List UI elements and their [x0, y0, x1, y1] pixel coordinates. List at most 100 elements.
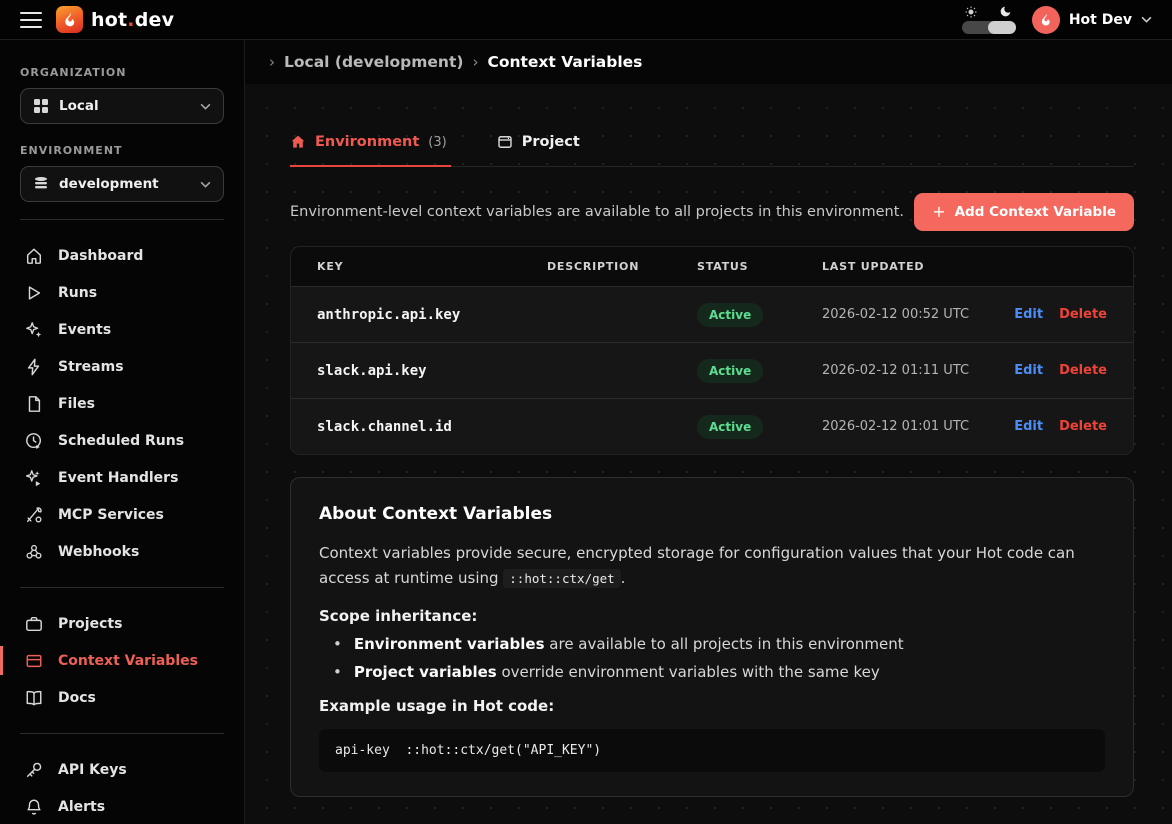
- edit-link[interactable]: Edit: [1014, 307, 1043, 322]
- add-context-variable-button[interactable]: + Add Context Variable: [914, 193, 1134, 231]
- scope-list: •Environment variables are available to …: [333, 635, 1105, 681]
- tools-icon: [25, 506, 43, 524]
- sparkles-play-icon: [25, 469, 43, 487]
- sidebar-item-alerts[interactable]: Alerts: [0, 788, 244, 824]
- table-header-row: KEY DESCRIPTION STATUS LAST UPDATED: [291, 247, 1133, 286]
- organization-select[interactable]: Local: [20, 88, 224, 124]
- context-variables-table: KEY DESCRIPTION STATUS LAST UPDATED anth…: [290, 246, 1134, 455]
- table-row: slack.api.key Active 2026-02-12 01:11 UT…: [291, 342, 1133, 398]
- file-icon: [25, 395, 43, 413]
- key-icon: [25, 761, 43, 779]
- status-badge: Active: [697, 415, 763, 439]
- breadcrumb-current: Context Variables: [487, 53, 642, 71]
- chevron-down-icon: [200, 181, 211, 188]
- sparkles-icon: [25, 321, 43, 339]
- table-row: anthropic.api.key Active 2026-02-12 00:5…: [291, 286, 1133, 342]
- sidebar-item-scheduled-runs[interactable]: Scheduled Runs: [0, 422, 244, 459]
- sun-icon: [965, 6, 977, 18]
- about-context-variables-card: About Context Variables Context variable…: [290, 477, 1134, 797]
- sidebar-item-files[interactable]: Files: [0, 385, 244, 422]
- sidebar-item-projects[interactable]: Projects: [0, 605, 244, 642]
- sidebar-item-runs[interactable]: Runs: [0, 274, 244, 311]
- user-menu[interactable]: Hot Dev: [1032, 6, 1152, 34]
- edit-link[interactable]: Edit: [1014, 419, 1043, 434]
- breadcrumb: › Local (development) › Context Variable…: [245, 40, 1172, 84]
- content-area: Environment (3) Project Environment-leve…: [245, 84, 1172, 824]
- about-intro: Context variables provide secure, encryp…: [319, 541, 1105, 591]
- clock-play-icon: [25, 432, 43, 450]
- tab-bar: Environment (3) Project: [290, 134, 1134, 167]
- environment-value: development: [59, 176, 190, 192]
- sidebar-item-api-keys[interactable]: API Keys: [0, 751, 244, 788]
- user-name: Hot Dev: [1069, 12, 1132, 28]
- bullet-icon: •: [333, 663, 342, 681]
- sidebar-item-docs[interactable]: Docs: [0, 679, 244, 716]
- sidebar-item-label: Dashboard: [58, 248, 143, 264]
- inline-code: ::hot::ctx/get: [503, 569, 620, 588]
- add-button-label: Add Context Variable: [955, 204, 1116, 220]
- list-item: •Project variables override environment …: [333, 663, 1105, 681]
- flame-icon: [56, 6, 83, 33]
- sidebar-item-label: Streams: [58, 359, 124, 375]
- user-avatar: [1032, 6, 1060, 34]
- sidebar-item-label: Scheduled Runs: [58, 433, 184, 449]
- sidebar-item-label: Projects: [58, 616, 122, 632]
- sidebar-item-label: Runs: [58, 285, 97, 301]
- status-badge: Active: [697, 359, 763, 383]
- home-icon: [290, 134, 306, 150]
- table-card-icon: [25, 652, 43, 670]
- bell-icon: [25, 798, 43, 816]
- column-header-status: STATUS: [697, 260, 822, 273]
- sidebar-item-label: Context Variables: [58, 653, 198, 669]
- sidebar-item-mcp-services[interactable]: MCP Services: [0, 496, 244, 533]
- sidebar-item-streams[interactable]: Streams: [0, 348, 244, 385]
- environment-label: ENVIRONMENT: [0, 144, 244, 157]
- environment-select[interactable]: development: [20, 166, 224, 202]
- sidebar-item-context-variables[interactable]: Context Variables: [0, 642, 244, 679]
- sidebar-item-events[interactable]: Events: [0, 311, 244, 348]
- home-icon: [25, 247, 43, 265]
- variable-key: anthropic.api.key: [317, 307, 547, 323]
- sidebar-item-label: Docs: [58, 690, 96, 706]
- bullet-icon: •: [333, 635, 342, 653]
- list-item: •Environment variables are available to …: [333, 635, 1105, 653]
- delete-link[interactable]: Delete: [1059, 419, 1107, 434]
- sidebar-divider: [20, 219, 224, 220]
- organization-label: ORGANIZATION: [0, 66, 244, 79]
- theme-toggle[interactable]: [962, 5, 1016, 34]
- database-icon: [33, 176, 49, 192]
- theme-switch-knob: [988, 21, 1016, 34]
- moon-icon: [999, 5, 1012, 18]
- tab-count: (3): [428, 135, 446, 150]
- sidebar-item-label: API Keys: [58, 762, 127, 778]
- plus-icon: +: [932, 204, 945, 220]
- chevron-down-icon: [200, 103, 211, 110]
- sidebar-divider: [20, 733, 224, 734]
- sidebar-item-label: Files: [58, 396, 95, 412]
- scope-inheritance-heading: Scope inheritance:: [319, 607, 1105, 625]
- brand-name: hot.dev: [91, 9, 174, 31]
- sidebar-item-label: Event Handlers: [58, 470, 178, 486]
- sidebar: ORGANIZATION Local ENVIRONMENT developme…: [0, 40, 245, 824]
- theme-switch-track[interactable]: [962, 21, 1016, 34]
- tab-environment[interactable]: Environment (3): [290, 134, 451, 167]
- column-header-description: DESCRIPTION: [547, 260, 697, 273]
- sidebar-item-label: Events: [58, 322, 111, 338]
- organization-value: Local: [59, 98, 190, 114]
- briefcase-icon: [25, 615, 43, 633]
- sidebar-item-event-handlers[interactable]: Event Handlers: [0, 459, 244, 496]
- window-icon: [497, 134, 513, 150]
- sidebar-item-dashboard[interactable]: Dashboard: [0, 237, 244, 274]
- play-icon: [25, 284, 43, 302]
- sidebar-item-webhooks[interactable]: Webhooks: [0, 533, 244, 570]
- tab-project[interactable]: Project: [497, 134, 584, 167]
- breadcrumb-parent[interactable]: Local (development): [284, 53, 463, 71]
- column-header-last-updated: LAST UPDATED: [822, 260, 1107, 273]
- delete-link[interactable]: Delete: [1059, 307, 1107, 322]
- edit-link[interactable]: Edit: [1014, 363, 1043, 378]
- example-usage-heading: Example usage in Hot code:: [319, 697, 1105, 715]
- brand-logo[interactable]: hot.dev: [56, 6, 174, 33]
- delete-link[interactable]: Delete: [1059, 363, 1107, 378]
- hamburger-menu-icon[interactable]: [20, 12, 42, 28]
- variable-key: slack.api.key: [317, 363, 547, 379]
